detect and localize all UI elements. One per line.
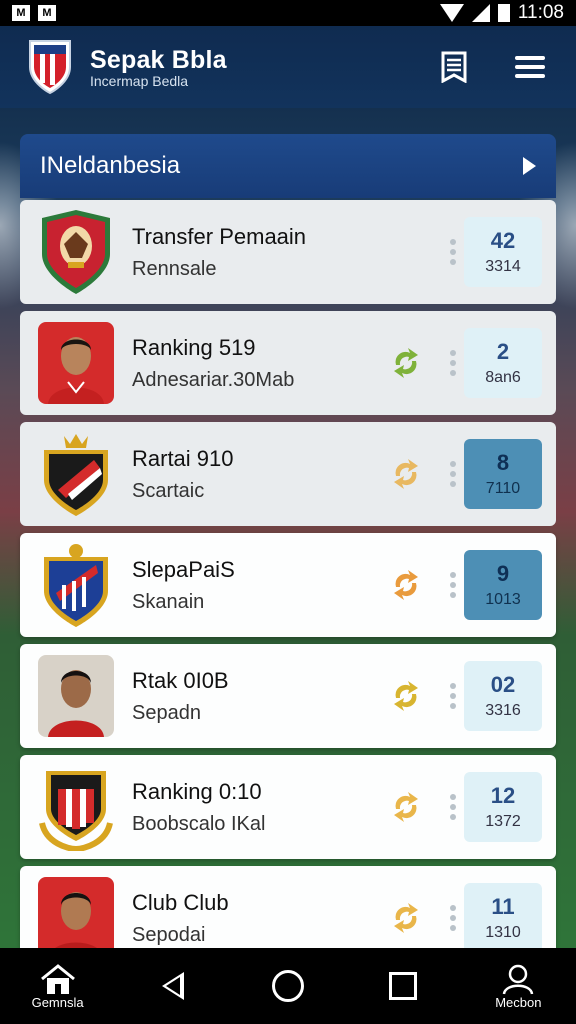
item-subtitle: Rennsale: [132, 257, 217, 280]
item-title: SlepaPaiS: [132, 556, 235, 582]
score-value: 12: [490, 783, 516, 808]
nav-recents[interactable]: [363, 972, 443, 1000]
list-item[interactable]: Ranking 0:10 Boobscalo IKal 12 1372: [20, 755, 556, 859]
nav-home-circle[interactable]: [248, 970, 328, 1002]
bookmark-icon: [441, 51, 467, 83]
swap-icon[interactable]: [388, 345, 424, 381]
score-secondary: 1310: [485, 924, 521, 941]
score-box: 12 1372: [464, 772, 542, 842]
list-item[interactable]: Rtak 0I0B Sepadn 02 3316: [20, 644, 556, 748]
menu-button[interactable]: [510, 47, 550, 87]
swap-icon[interactable]: [388, 789, 424, 825]
score-secondary: 3316: [485, 702, 521, 719]
player-photo: [38, 877, 114, 959]
score-box: 9 1013: [464, 550, 542, 620]
item-subtitle: Sepodai: [132, 923, 206, 946]
app-logo-icon: [29, 40, 71, 95]
profile-icon: [503, 964, 534, 994]
bottom-navigation: Gemnsla Mecbon: [0, 948, 576, 1024]
mail-icon: M: [38, 5, 56, 21]
nav-profile[interactable]: Mecbon: [478, 963, 558, 1010]
list-item[interactable]: Transfer Pemaain Rennsale 42 3314: [20, 200, 556, 304]
score-box: 02 3316: [464, 661, 542, 731]
drag-handle-icon[interactable]: [450, 905, 456, 931]
drag-handle-icon[interactable]: [450, 239, 456, 265]
home-icon: [40, 963, 75, 994]
section-title: INeldanbesia: [40, 152, 181, 179]
list-item[interactable]: SlepaPaiS Skanain 9 1013: [20, 533, 556, 637]
score-secondary: 1013: [485, 591, 521, 608]
nav-profile-label: Mecbon: [495, 994, 542, 1010]
nav-home-label: Gemnsla: [31, 994, 84, 1010]
item-title: Transfer Pemaain: [132, 223, 307, 249]
score-box: 2 8an6: [464, 328, 542, 398]
score-secondary: 7110: [485, 480, 521, 497]
item-title: Ranking 519: [132, 334, 256, 360]
swap-icon[interactable]: [388, 567, 424, 603]
item-subtitle: Scartaic: [132, 479, 205, 502]
status-time: 11:08: [517, 2, 564, 23]
item-title: Ranking 0:10: [132, 778, 262, 804]
swap-icon[interactable]: [388, 678, 424, 714]
score-box: 11 1310: [464, 883, 542, 953]
score-box: 8 7110: [464, 439, 542, 509]
drag-handle-icon[interactable]: [450, 461, 456, 487]
hamburger-icon: [515, 51, 545, 83]
status-bar: M M 11:08: [0, 0, 576, 26]
score-value: 9: [496, 561, 510, 586]
club-badge-crown-icon: [44, 434, 108, 516]
club-badge-blue-icon: [44, 544, 108, 627]
swap-icon[interactable]: [388, 900, 424, 936]
score-secondary: 3314: [485, 258, 521, 275]
bookmark-button[interactable]: [434, 47, 474, 87]
score-value: 42: [490, 228, 516, 253]
notification-icon: M: [12, 5, 30, 21]
club-badge-eagle-icon: [42, 210, 110, 294]
app-header: Sepak Bbla Incermap Bedla: [0, 26, 576, 108]
nav-back[interactable]: [133, 972, 213, 1000]
ranking-list: Transfer Pemaain Rennsale 42 3314 Rankin…: [20, 200, 556, 977]
score-value: 2: [496, 339, 510, 364]
score-secondary: 8an6: [485, 369, 521, 386]
item-title: Rtak 0I0B: [132, 667, 229, 693]
list-item[interactable]: Rartai 910 Scartaic 8 7110: [20, 422, 556, 526]
club-badge-wreath-icon: [39, 771, 113, 851]
swap-icon[interactable]: [388, 456, 424, 492]
item-subtitle: Boobscalo IKal: [132, 812, 266, 835]
score-value: 11: [491, 894, 515, 919]
signal-icon: [471, 4, 490, 22]
nav-home[interactable]: Gemnsla: [18, 963, 98, 1010]
circle-home-icon: [271, 970, 304, 1002]
app-title: Sepak Bbla: [90, 45, 227, 74]
drag-handle-icon[interactable]: [450, 683, 456, 709]
chevron-right-icon: [523, 157, 536, 175]
score-value: 02: [490, 672, 516, 697]
item-subtitle: Sepadn: [132, 701, 201, 724]
item-title: Rartai 910: [132, 445, 234, 471]
player-photo: [38, 322, 114, 404]
item-title: Club Club: [132, 889, 229, 915]
player-photo: [38, 655, 114, 737]
app-subtitle: Incermap Bedla: [90, 72, 189, 89]
wifi-icon: [439, 4, 464, 22]
recents-icon: [389, 972, 418, 1000]
list-item[interactable]: Ranking 519 Adnesariar.30Mab 2 8an6: [20, 311, 556, 415]
item-subtitle: Skanain: [132, 590, 205, 613]
drag-handle-icon[interactable]: [450, 350, 456, 376]
score-box: 42 3314: [464, 217, 542, 287]
back-icon: [161, 972, 184, 1000]
score-value: 8: [496, 450, 510, 475]
drag-handle-icon[interactable]: [450, 572, 456, 598]
section-header[interactable]: INeldanbesia: [20, 134, 556, 198]
drag-handle-icon[interactable]: [450, 794, 456, 820]
item-subtitle: Adnesariar.30Mab: [132, 368, 295, 391]
battery-icon: [497, 4, 510, 22]
score-secondary: 1372: [485, 813, 521, 830]
